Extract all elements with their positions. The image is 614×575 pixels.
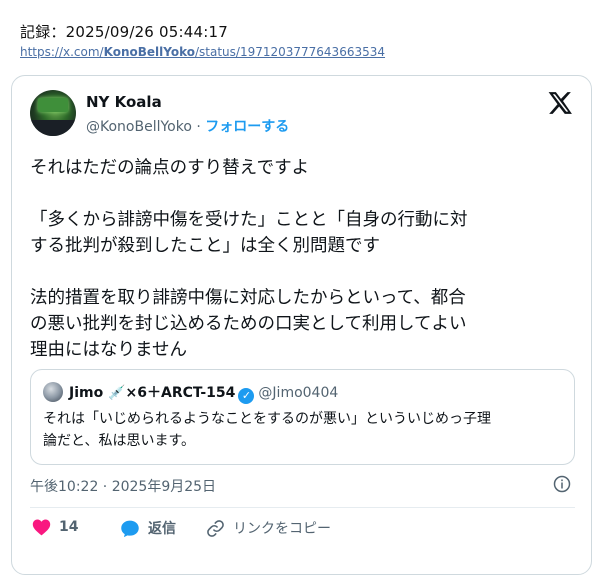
url-user: KonoBellYoko xyxy=(103,45,195,59)
quote-author-name: Jimo 💉×6＋ARCT-154 xyxy=(69,385,236,401)
tweet-line: の悪い批判を封じ込めるための口実として利用してよい xyxy=(30,314,467,334)
tweet-line: それはただの論点のすり替えですよ xyxy=(30,158,310,178)
link-icon xyxy=(207,519,224,537)
tweet-line: 「多くから誹謗中傷を受けた」ことと「自身の行動に対 xyxy=(30,210,468,230)
quoted-tweet[interactable]: Jimo 💉×6＋ARCT-154 ✓ @Jimo0404 それは「いじめられるよう… xyxy=(30,369,575,465)
separator: · xyxy=(196,119,201,135)
avatar[interactable] xyxy=(30,90,76,136)
divider xyxy=(30,507,575,508)
copy-link-label: リンクをコピー xyxy=(233,521,331,537)
author-handle-row: @KonoBellYoko · フォローする xyxy=(86,116,289,136)
heart-icon xyxy=(32,519,51,536)
tweet-timestamp[interactable]: 午後10:22 · 2025年9月25日 xyxy=(30,476,216,496)
reply-label: 返信 xyxy=(148,521,176,537)
quote-text: それは「いじめられるようなことをするのが悪い」といういじめっ子理 論だと、私は思… xyxy=(43,408,563,452)
tweet-line: する批判が殺到したこと」は全く別問題です xyxy=(30,236,380,256)
follow-button[interactable]: フォローする xyxy=(205,119,289,135)
quote-line: それは「いじめられるようなことをするのが悪い」といういじめっ子理 xyxy=(43,411,491,427)
quote-handle: @Jimo0404 xyxy=(258,385,339,401)
author-handle[interactable]: @KonoBellYoko xyxy=(86,119,192,135)
quote-author: Jimo 💉×6＋ARCT-154 ✓ @Jimo0404 xyxy=(69,382,338,404)
x-logo-icon[interactable] xyxy=(547,90,573,116)
url-prefix: https://x.com/ xyxy=(20,45,104,59)
like-button[interactable]: 14 xyxy=(32,518,78,536)
info-icon[interactable] xyxy=(553,475,571,493)
like-count: 14 xyxy=(59,519,79,535)
reply-icon xyxy=(121,520,139,537)
quote-line: 論だと、私は思います。 xyxy=(43,433,196,449)
tweet-line: 理由にはなりません xyxy=(30,340,187,360)
tweet-text: それはただの論点のすり替えですよ 「多くから誹謗中傷を受けた」ことと「自身の行動… xyxy=(30,155,575,363)
copy-link-button[interactable]: リンクをコピー xyxy=(206,518,331,538)
source-url-link[interactable]: https://x.com/KonoBellYoko/status/197120… xyxy=(20,45,385,59)
record-timestamp: 記録：2025/09/26 05:44:17 xyxy=(20,23,228,41)
reply-button[interactable]: 返信 xyxy=(120,518,176,538)
author-name[interactable]: NY Koala xyxy=(86,93,162,111)
tweet-line: 法的措置を取り誹謗中傷に対応したからといって、都合 xyxy=(30,288,466,308)
tweet-card: NY Koala @KonoBellYoko · フォローする それはただの論点… xyxy=(11,75,592,575)
quote-avatar xyxy=(43,382,63,402)
verified-badge-icon: ✓ xyxy=(238,388,255,404)
url-suffix: /status/1971203777643663534 xyxy=(194,45,386,59)
